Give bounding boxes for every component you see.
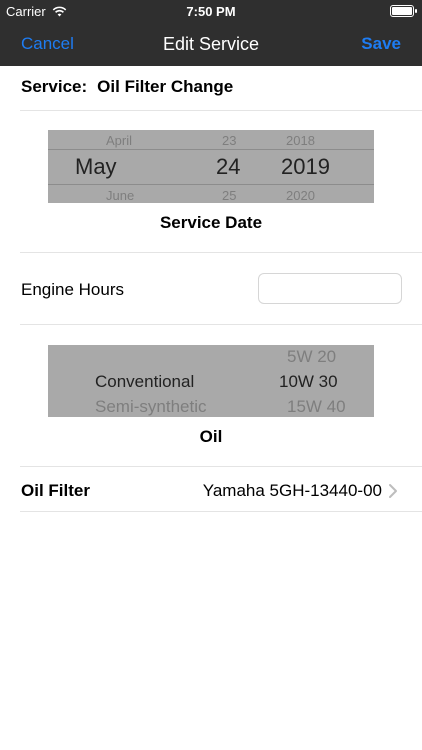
oil-viscosity-above: 5W 20 xyxy=(287,347,337,366)
oil-filter-label: Oil Filter xyxy=(21,481,90,500)
date-picker-year[interactable]: 2019 xyxy=(281,154,330,180)
chevron-right-icon[interactable] xyxy=(386,483,400,499)
status-time: 7:50 PM xyxy=(186,4,236,19)
engine-hours-label: Engine Hours xyxy=(21,280,125,299)
divider xyxy=(20,511,422,512)
service-heading: Service: Oil Filter Change xyxy=(21,77,422,97)
service-date-label: Service Date xyxy=(159,213,263,232)
date-picker-month-above: April xyxy=(106,133,133,148)
date-picker-day-below: 25 xyxy=(222,188,237,203)
date-picker-month[interactable]: May xyxy=(75,154,117,180)
picker-selection-top xyxy=(48,149,374,150)
service-name: Oil Filter Change xyxy=(97,77,234,96)
oil-viscosity-below: 15W 40 xyxy=(287,397,346,416)
oil-filter-value: Yamaha 5GH-13440-00 xyxy=(202,481,382,500)
battery-icon xyxy=(390,5,417,17)
oil-type-below: Semi-synthetic xyxy=(95,397,207,416)
oil-type-selected[interactable]: Conventional xyxy=(95,372,194,392)
oil-viscosity-selected[interactable]: 10W 30 xyxy=(279,372,338,392)
page-title: Edit Service xyxy=(162,34,260,54)
date-picker-day-above: 23 xyxy=(222,133,237,148)
oil-label: Oil xyxy=(199,427,223,446)
save-button[interactable]: Save xyxy=(361,34,401,54)
oil-picker[interactable]: 5W 20 Conventional 10W 30 Semi-synthetic… xyxy=(48,345,374,417)
divider xyxy=(20,324,422,325)
divider xyxy=(20,252,422,253)
divider xyxy=(20,110,422,111)
navigation-bar: Cancel Edit Service Save xyxy=(0,22,422,66)
date-picker-month-below: June xyxy=(106,188,135,203)
service-date-picker[interactable]: April 23 2018 May 24 2019 June 25 2020 xyxy=(48,130,374,203)
date-picker-year-below: 2020 xyxy=(286,188,315,203)
status-bar: Carrier 7:50 PM xyxy=(0,0,422,22)
service-label: Service: xyxy=(21,77,88,96)
date-picker-year-above: 2018 xyxy=(286,133,315,148)
picker-selection-bottom xyxy=(48,184,374,185)
date-picker-day[interactable]: 24 xyxy=(216,154,240,180)
engine-hours-input[interactable] xyxy=(258,273,402,304)
